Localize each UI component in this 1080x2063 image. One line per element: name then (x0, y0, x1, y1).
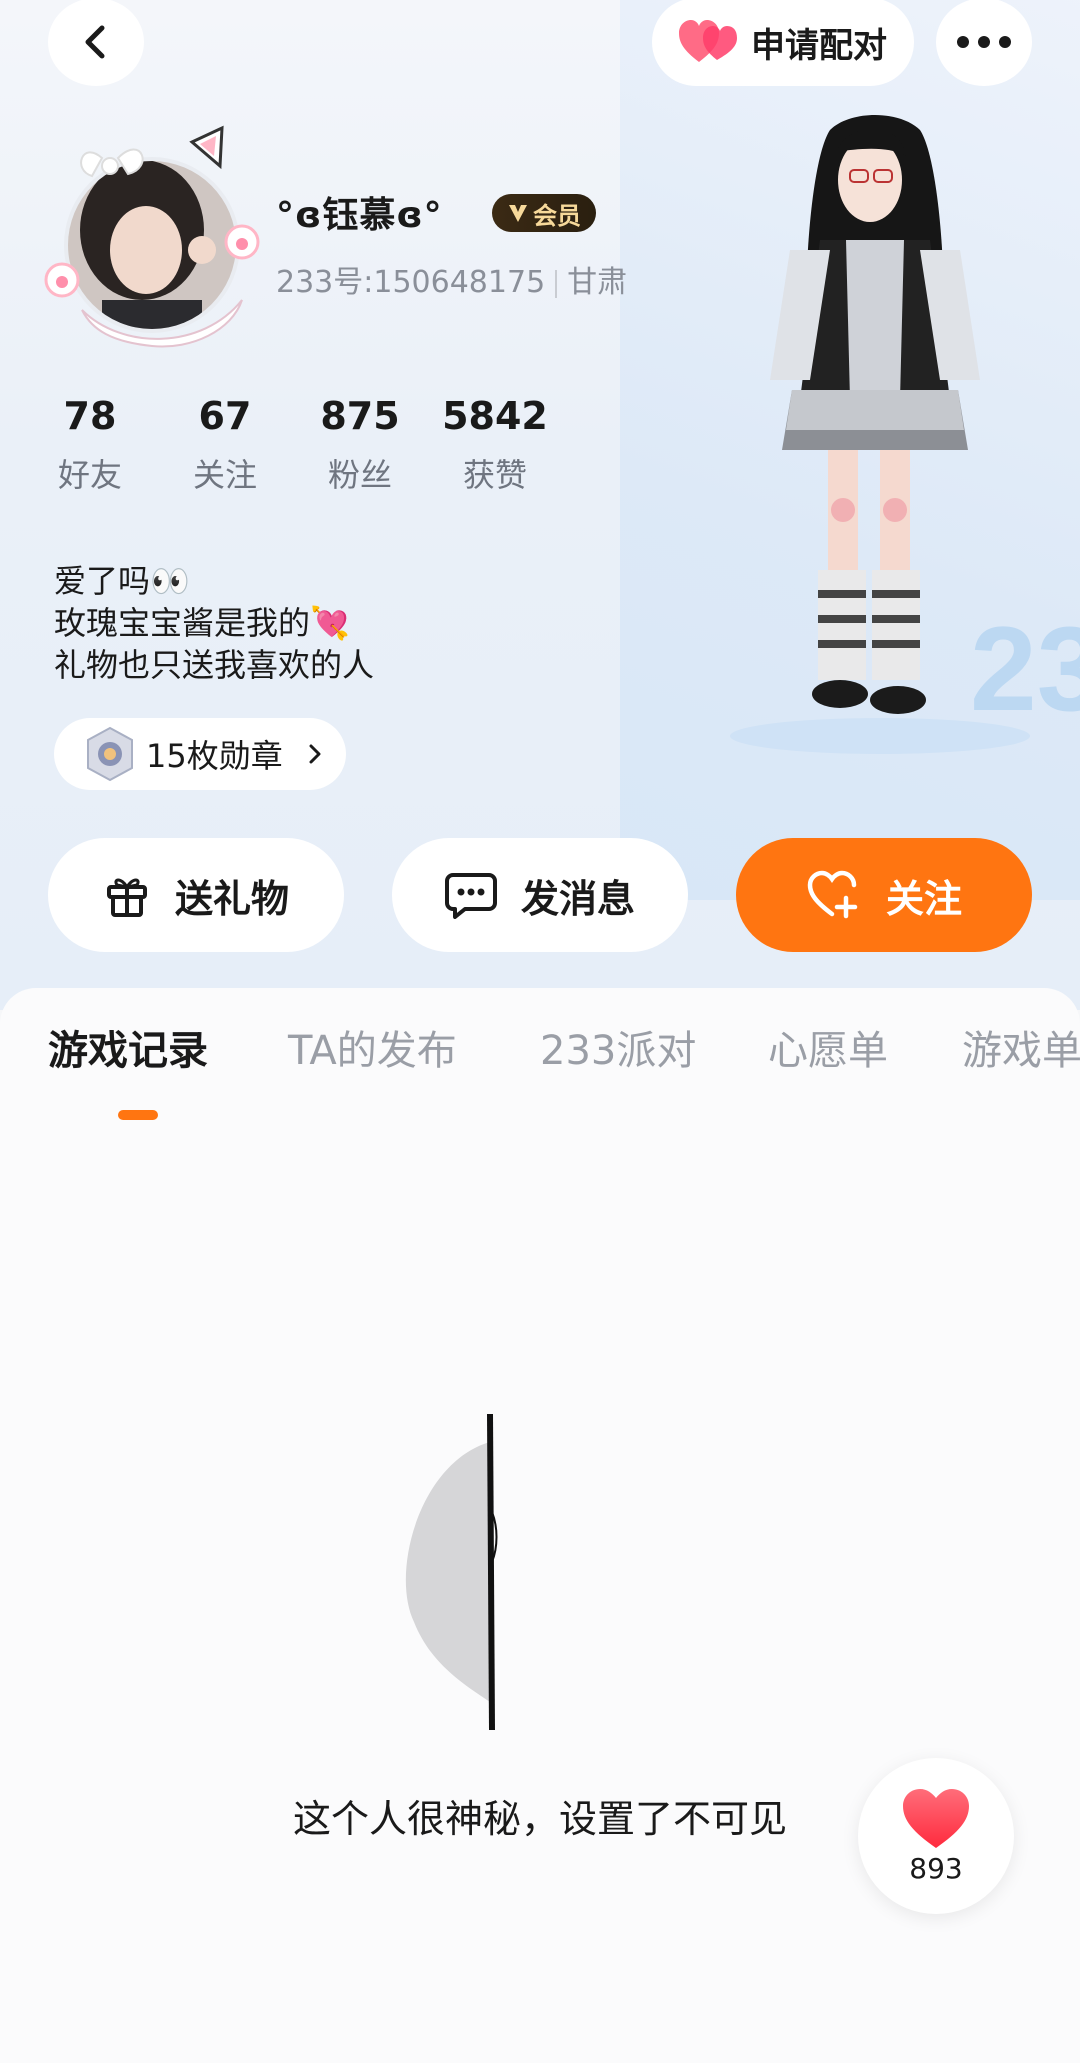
stat-label: 获赞 (462, 456, 527, 494)
location: 甘肃 (567, 265, 628, 300)
send-message-button[interactable]: 发消息 (392, 838, 688, 952)
stat-likes[interactable]: 5842 获赞 (435, 394, 555, 496)
content-panel: 游戏记录 TA的发布 233派对 心愿单 游戏单 这个人很神秘，设置了不可见 8… (0, 988, 1080, 2063)
tab-posts[interactable]: TA的发布 (288, 1018, 457, 1076)
stat-friends[interactable]: 78 好友 (30, 394, 150, 496)
stat-label: 关注 (192, 456, 257, 494)
vip-badge[interactable]: 会员 (492, 194, 596, 232)
vip-icon (509, 205, 527, 222)
heart-icon (903, 1788, 969, 1848)
follow-button[interactable]: 关注 (736, 838, 1032, 952)
divider (555, 269, 558, 298)
more-dots-icon (957, 36, 1011, 48)
vip-label: 会员 (533, 201, 581, 230)
send-message-label: 发消息 (520, 876, 635, 921)
like-button[interactable]: 893 (858, 1758, 1014, 1914)
badges-label: 15枚勋章 (146, 737, 283, 775)
bio-line: 玫瑰宝宝酱是我的💘 (54, 604, 350, 642)
tab-wishlist[interactable]: 心愿单 (768, 1018, 888, 1076)
avatar[interactable] (42, 110, 264, 350)
more-button[interactable] (936, 0, 1032, 86)
double-heart-icon (679, 20, 737, 62)
gift-icon (106, 878, 147, 917)
chevron-left-icon (85, 25, 105, 59)
active-tab-indicator (118, 1110, 158, 1120)
tab-party[interactable]: 233派对 (540, 1018, 696, 1076)
like-count: 893 (909, 1851, 963, 1885)
stat-num: 5842 (442, 394, 548, 438)
stat-following[interactable]: 67 关注 (165, 394, 285, 496)
tab-bar: 游戏记录 TA的发布 233派对 心愿单 游戏单 (0, 1018, 1080, 1098)
badges-button[interactable]: 15枚勋章 (54, 718, 346, 790)
user-id: 233号:150648175 (276, 265, 546, 300)
chevron-right-icon (309, 744, 321, 764)
id-line: 233号:150648175 甘肃 (276, 257, 627, 301)
back-button[interactable] (48, 0, 144, 86)
stat-num: 875 (320, 394, 400, 438)
stat-fans[interactable]: 875 粉丝 (300, 394, 420, 496)
stat-num: 78 (63, 394, 117, 438)
message-icon (444, 873, 497, 919)
apply-pair-label: 申请配对 (751, 25, 887, 66)
send-gift-label: 送礼物 (174, 876, 289, 921)
bio-line: 爱了吗👀 (54, 562, 190, 600)
nickname: °ɞ钰慕ɞ° (276, 195, 443, 236)
bio: 爱了吗👀 玫瑰宝宝酱是我的💘 礼物也只送我喜欢的人 (54, 560, 374, 686)
avatar-frame-icon (44, 125, 260, 348)
bio-line: 礼物也只送我喜欢的人 (54, 646, 375, 684)
apply-pair-button[interactable]: 申请配对 (652, 0, 914, 86)
profile-header: 申请配对 °ɞ钰慕ɞ° 会员 233号:150648175 甘肃 78 好友 6… (0, 0, 1080, 1010)
medal-icon (87, 726, 133, 782)
hidden-content-illustration (405, 1413, 498, 1731)
character-avatar: 233 (730, 115, 1080, 754)
heart-plus-icon (807, 870, 858, 919)
stat-label: 好友 (57, 456, 122, 494)
follow-label: 关注 (885, 876, 962, 921)
stat-label: 粉丝 (327, 456, 392, 494)
stage-mark: 233 (970, 602, 1080, 736)
tab-game-list[interactable]: 游戏单 (962, 1018, 1080, 1076)
tab-game-records[interactable]: 游戏记录 (48, 1018, 208, 1076)
stat-num: 67 (198, 394, 252, 438)
send-gift-button[interactable]: 送礼物 (48, 838, 344, 952)
